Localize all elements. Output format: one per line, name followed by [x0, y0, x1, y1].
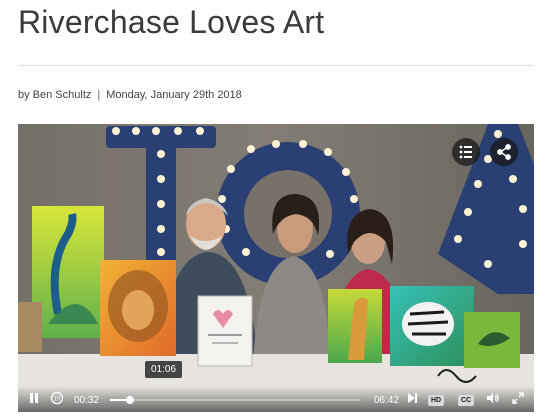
fullscreen-button[interactable]	[512, 392, 524, 407]
lion-painting	[100, 260, 176, 356]
deer-figure	[18, 302, 42, 352]
pause-icon	[30, 393, 38, 403]
byline: by Ben Schultz | Monday, January 29th 2018	[18, 89, 242, 101]
video-controls: 10 00:32 06:42 HD CC	[18, 386, 534, 412]
replay-seconds: 10	[54, 397, 61, 403]
replay-10-icon: 10	[50, 391, 64, 405]
replay-10-button[interactable]: 10	[50, 391, 64, 408]
next-button[interactable]	[406, 392, 418, 407]
hd-button[interactable]: HD	[428, 394, 445, 406]
byline-separator: |	[97, 89, 101, 101]
publish-date: Monday, January 29th 2018	[106, 89, 242, 101]
captions-button[interactable]: CC	[458, 394, 475, 406]
hd-label: HD	[428, 395, 445, 406]
fullscreen-icon	[512, 392, 524, 404]
share-icon	[497, 144, 511, 160]
cc-label: CC	[458, 395, 475, 406]
chapters-button[interactable]	[452, 138, 480, 166]
title-divider	[18, 65, 534, 66]
volume-icon	[487, 393, 499, 403]
next-icon	[408, 393, 417, 403]
duration: 06:42	[374, 395, 400, 406]
pause-button[interactable]	[28, 392, 40, 407]
seek-bar[interactable]	[110, 396, 360, 404]
video-frame	[18, 124, 534, 412]
bird-painting	[464, 312, 520, 368]
peacock-painting	[32, 206, 104, 338]
share-button[interactable]	[490, 138, 518, 166]
seek-preview-time: 01:06	[145, 361, 183, 378]
volume-button[interactable]	[486, 392, 500, 407]
author[interactable]: by Ben Schultz	[18, 89, 91, 101]
zebra-painting	[390, 286, 474, 366]
chapters-list-icon	[459, 145, 472, 159]
love-art-sign	[197, 295, 253, 367]
article-title: Riverchase Loves Art	[18, 4, 325, 40]
seek-handle[interactable]	[125, 396, 134, 404]
current-time: 00:32	[74, 395, 100, 406]
video-player[interactable]: 01:06 10 00:32 06:42 HD CC	[18, 124, 534, 412]
giraffe-painting	[328, 289, 382, 363]
